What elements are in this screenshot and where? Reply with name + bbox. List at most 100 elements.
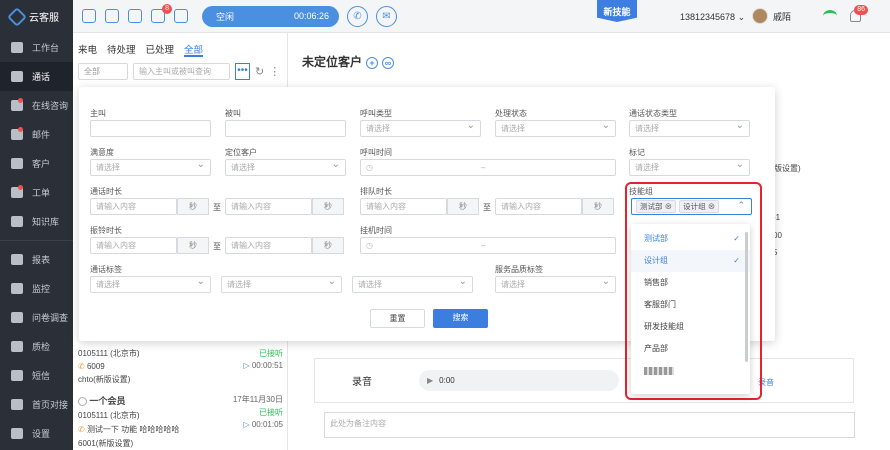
dropdown-scrollbar[interactable] [745,232,748,362]
sidebar-item-monitor[interactable]: 监控 [0,274,73,303]
call-filter-select[interactable]: 全部 [78,63,128,80]
sidebar-item-settings[interactable]: 设置 [0,419,73,448]
new-skill-tag[interactable]: 新技能 [597,0,637,22]
phone-icon [11,71,23,82]
more-button[interactable]: ••• [235,63,250,80]
call-date: 17年11月30日 [232,395,283,404]
sidebar-item-customer[interactable]: 客户 [0,149,73,178]
queue-duration-min-input[interactable]: 请输入内容 [360,198,447,215]
user-icon [11,158,23,169]
user-menu[interactable]: 戚陌 [752,8,791,24]
sidebar-item-online-chat[interactable]: 在线咨询 [0,91,73,120]
hangup-time-range[interactable]: ◷ – [360,237,616,254]
remark-textarea[interactable]: 此处为备注内容 [324,412,855,438]
team-icon[interactable] [174,9,188,23]
message-icon[interactable] [128,9,142,23]
sidebar-item-call[interactable]: 通话 [0,62,73,91]
sidebar-item-report[interactable]: 报表 [0,245,73,274]
notification-badge: 86 [854,5,868,15]
option-product-dept[interactable]: 产品部 [631,338,750,360]
talk-duration-max-input[interactable]: 请输入内容 [225,198,312,215]
wifi-icon [823,10,837,22]
refresh-icon[interactable]: ↻ [255,65,264,78]
talk-duration-min-input[interactable]: 请输入内容 [90,198,177,215]
option-design-group[interactable]: 设计组 ✓ [631,250,750,272]
recording-label: 录音 [352,377,372,388]
shield-icon [11,341,23,352]
skill-group-select[interactable]: 测试部 ⊗ 设计组 ⊗ ⌃ [631,198,752,215]
tab-processed[interactable]: 已处理 [146,42,175,57]
bell-icon[interactable]: 86 [850,5,868,22]
call-search-input[interactable]: 输入主叫或被叫查询 [133,63,230,80]
radio-icon[interactable] [78,397,87,407]
call-tag-select-3[interactable]: 请选择 [352,274,473,293]
list-item[interactable]: 0105111 (北京市) 已接听 ✆ 6009 ▷ 00:00:51 chto… [78,348,283,385]
sidebar-item-survey[interactable]: 问卷调查 [0,303,73,332]
sidebar-item-qa[interactable]: 质检 [0,332,73,361]
check-icon: ✓ [733,234,740,243]
call-type-select[interactable]: 请选择 [360,118,481,137]
check-icon: ✓ [733,256,740,265]
book-icon [11,216,23,227]
unread-dot [18,185,23,190]
tab-pending[interactable]: 待处理 [107,42,136,57]
chat-bubble-icon[interactable]: ✉ [376,5,397,27]
clock-icon: ◷ [366,241,373,250]
chevron-up-icon[interactable]: ⌃ [737,200,745,211]
queue-duration-max-input[interactable]: 请输入内容 [495,198,582,215]
call-tag-select-1[interactable]: 请选择 [90,274,211,293]
sidebar-item-sms[interactable]: 短信 [0,361,73,390]
option-blurred[interactable] [631,360,750,382]
phone-number-select[interactable]: 13812345678 ⌄ [680,12,745,23]
option-rd-group[interactable]: 研发技能组 [631,316,750,338]
audio-player[interactable]: ▶ 0:00 [419,370,619,391]
callee-input[interactable] [225,120,346,137]
option-service-dept[interactable]: 客服部门 [631,294,750,316]
call-status: 已接听 [259,349,283,358]
play-icon[interactable]: ▷ [243,420,249,429]
call-tag-select-2[interactable]: 请选择 [221,274,342,293]
missed-call-icon[interactable]: 8 [151,4,172,23]
play-icon[interactable]: ▷ [243,361,249,370]
sidebar-item-ticket[interactable]: 工单 [0,178,73,207]
clock-icon: ◷ [366,163,373,172]
phone-icon: ✆ [78,362,85,371]
agent-status-button[interactable]: 空闲 00:06:26 [202,5,339,27]
option-test-dept[interactable]: 测试部 ✓ [631,228,750,250]
locate-customer-select[interactable]: 请选择 [225,157,346,176]
list-item[interactable]: 一个会员 17年11月30日 0105111 (北京市) 已接听 ✆ 测试一下 … [78,394,283,449]
sidebar-item-homepage-link[interactable]: 首页对接 [0,390,73,419]
search-button[interactable]: 搜索 [433,309,488,328]
remove-tag-icon[interactable]: ⊗ [665,202,673,211]
service-tag-select[interactable]: 请选择 [495,274,616,293]
call-time-range[interactable]: ◷ – [360,159,616,176]
ring-duration-max-input[interactable]: 请输入内容 [225,237,312,254]
process-status-select[interactable]: 请选择 [495,118,616,137]
option-sales-dept[interactable]: 销售部 [631,272,750,294]
call-status-type-select[interactable]: 请选择 [629,118,750,137]
selected-tag: 设计组 ⊗ [679,200,720,213]
remove-tag-icon[interactable]: ⊗ [708,202,716,211]
kebab-menu-icon[interactable]: ⋮ [269,65,280,78]
link-icon[interactable]: ∞ [382,56,395,69]
satisfaction-select[interactable]: 请选择 [90,157,211,176]
call-tabs: 来电 待处理 已处理 全部 [73,33,287,57]
sidebar-item-workbench[interactable]: 工作台 [0,33,73,62]
page-title: 未定位客户 + ∞ [302,53,395,70]
ring-duration-min-input[interactable]: 请输入内容 [90,237,177,254]
caller-input[interactable] [90,120,211,137]
play-icon[interactable]: ▶ [427,376,433,385]
reset-button[interactable]: 重置 [370,309,425,328]
sidebar-item-knowledge[interactable]: 知识库 [0,207,73,236]
sidebar-item-mail[interactable]: 邮件 [0,120,73,149]
tab-all[interactable]: 全部 [184,42,204,57]
add-icon[interactable]: + [366,56,379,69]
app-logo: 云客服 [0,0,73,33]
dial-phone-icon[interactable]: ✆ [347,5,368,27]
speaker-icon[interactable] [105,9,119,23]
tab-incoming[interactable]: 来电 [78,42,97,57]
collapse-icon[interactable] [82,9,96,23]
avatar [752,8,768,24]
call-status: 已接听 [259,408,283,417]
mark-select[interactable]: 请选择 [629,157,750,176]
